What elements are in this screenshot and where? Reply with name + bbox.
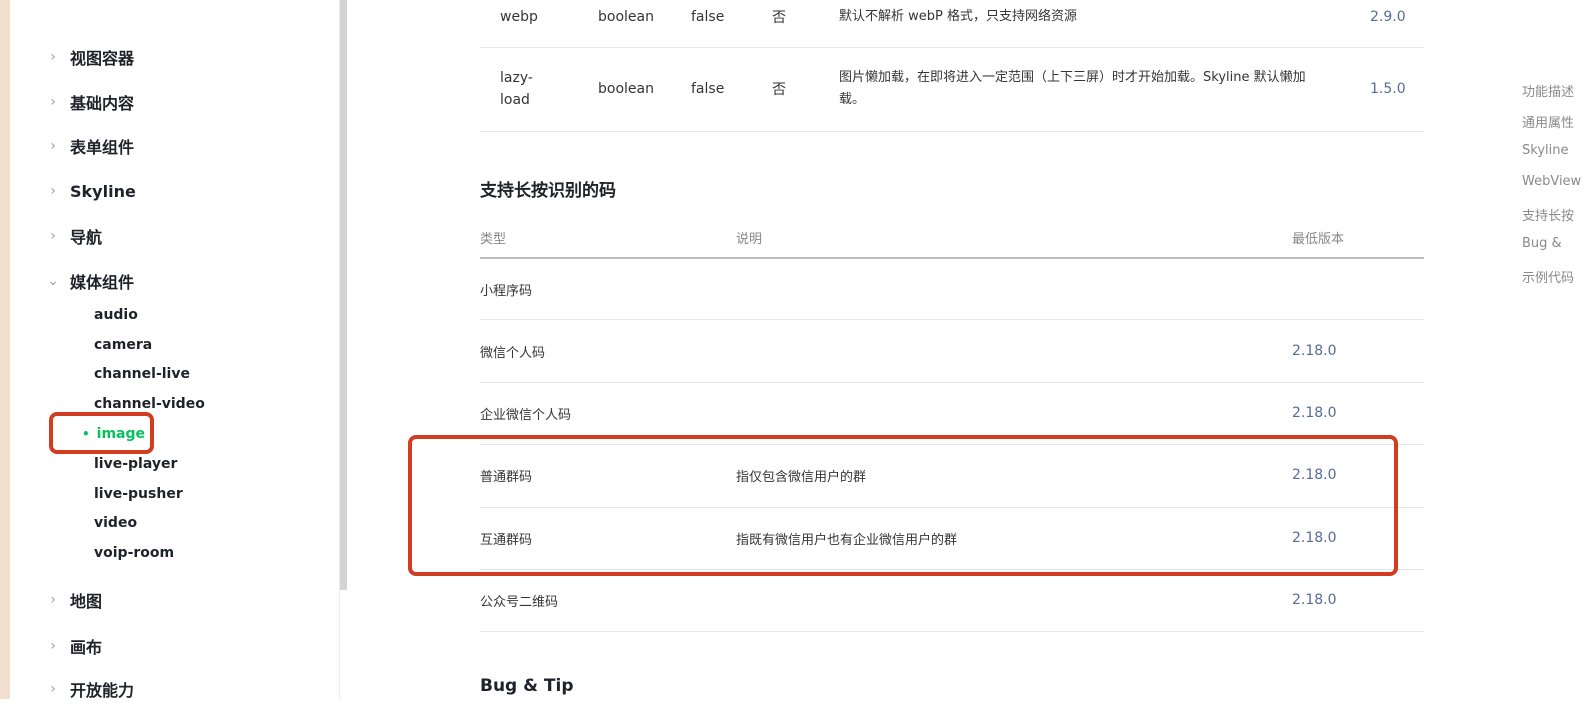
sidebar-scrollbar[interactable] (340, 0, 347, 590)
row-divider (480, 382, 1424, 383)
highlight-box-image-item (49, 412, 154, 454)
table-header-divider (480, 257, 1424, 259)
toc-item[interactable]: Skyline (1522, 143, 1568, 158)
row-divider (480, 131, 1424, 132)
row-divider (480, 47, 1424, 48)
prop-version[interactable]: 1.5.0 (1370, 78, 1406, 100)
sidebar-item-audio[interactable]: audio (94, 303, 138, 327)
prop-name-webp: webp (500, 9, 538, 25)
row-divider (480, 319, 1424, 320)
sidebar-group-open-capabilities[interactable]: › 开放能力 (46, 674, 134, 704)
code-type: 公众号二维码 (480, 594, 559, 610)
row-divider (480, 631, 1424, 632)
chevron-right-icon: › (50, 228, 56, 244)
code-type: 企业微信个人码 (480, 407, 572, 423)
sidebar-item-live-player[interactable]: live-player (94, 452, 177, 476)
sidebar-item-video[interactable]: video (94, 511, 137, 535)
sidebar-group-skyline[interactable]: › Skyline (46, 176, 136, 206)
prop-type: boolean (598, 9, 654, 25)
sidebar-group-label: 基础内容 (70, 94, 135, 113)
table-header-version: 最低版本 (1292, 232, 1345, 247)
section-title-bug-tip: Bug & Tip (480, 676, 574, 696)
sidebar-group-navigation[interactable]: › 导航 (46, 221, 102, 251)
sidebar-item-camera[interactable]: camera (94, 333, 152, 357)
toc-item[interactable]: WebView (1522, 174, 1581, 189)
sidebar-group-basic-content[interactable]: › 基础内容 (46, 87, 134, 117)
chevron-right-icon: › (50, 681, 56, 697)
sidebar-group-label: 开放能力 (70, 681, 135, 700)
prop-required: 否 (772, 82, 786, 98)
toc-item[interactable]: 示例代码 (1522, 267, 1574, 286)
table-header-desc: 说明 (736, 232, 763, 247)
sidebar-group-media[interactable]: ⌄ 媒体组件 (46, 266, 134, 296)
code-version[interactable]: 2.18.0 (1292, 402, 1337, 424)
chevron-down-icon: ⌄ (47, 273, 59, 289)
toc-item[interactable]: 功能描述 (1522, 81, 1574, 100)
toc-item[interactable]: Bug & (1522, 236, 1562, 251)
prop-desc: 默认不解析 webP 格式，只支持网络资源 (839, 9, 1077, 24)
prop-desc-line1: 图片懒加载，在即将进入一定范围（上下三屏）时才开始加载。Skyline 默认懒加 (839, 70, 1306, 85)
sidebar-group-label: 视图容器 (70, 49, 135, 68)
chevron-right-icon: › (50, 94, 56, 110)
sidebar-group-canvas[interactable]: › 画布 (46, 631, 102, 661)
main-content: webp boolean false 否 默认不解析 webP 格式，只支持网络… (480, 0, 1425, 699)
prop-default: false (691, 9, 725, 25)
section-title-codes: 支持长按识别的码 (480, 181, 616, 201)
prop-name-lazy-load-line2: load (500, 92, 530, 108)
chevron-right-icon: › (50, 138, 56, 154)
prop-type: boolean (598, 81, 654, 97)
code-version[interactable]: 2.18.0 (1292, 589, 1337, 611)
table-header-type: 类型 (480, 232, 507, 247)
window-edge (0, 0, 10, 699)
prop-desc-line2: 载。 (839, 92, 866, 107)
sidebar-item-voip-room[interactable]: voip-room (94, 541, 174, 565)
sidebar-group-form[interactable]: › 表单组件 (46, 131, 134, 161)
sidebar-group-view-containers[interactable]: › 视图容器 (46, 42, 134, 72)
sidebar-group-label: 媒体组件 (70, 273, 135, 292)
sidebar-item-live-pusher[interactable]: live-pusher (94, 482, 183, 506)
prop-required: 否 (772, 10, 786, 26)
toc-item[interactable]: 通用属性 (1522, 112, 1574, 131)
chevron-right-icon: › (50, 183, 56, 199)
chevron-right-icon: › (50, 638, 56, 654)
sidebar-nav: › 视图容器 › 基础内容 › 表单组件 › Skyline › 导航 ⌄ 媒体… (10, 0, 340, 700)
prop-version[interactable]: 2.9.0 (1370, 6, 1406, 28)
chevron-right-icon: › (50, 49, 56, 65)
sidebar-group-label: Skyline (70, 181, 136, 201)
code-version[interactable]: 2.18.0 (1292, 340, 1337, 362)
prop-name-lazy-load-line1: lazy- (500, 70, 533, 86)
sidebar-item-channel-live[interactable]: channel-live (94, 362, 190, 386)
sidebar-group-label: 画布 (70, 638, 103, 657)
sidebar-group-label: 导航 (70, 228, 103, 247)
code-type: 微信个人码 (480, 345, 546, 361)
sidebar-group-label: 表单组件 (70, 138, 135, 157)
highlight-box-group-codes (408, 435, 1398, 576)
prop-default: false (691, 81, 725, 97)
sidebar-group-label: 地图 (70, 592, 103, 611)
sidebar-group-map[interactable]: › 地图 (46, 585, 102, 615)
chevron-right-icon: › (50, 592, 56, 608)
toc-item[interactable]: 支持长按 (1522, 205, 1574, 224)
code-type: 小程序码 (480, 283, 533, 299)
